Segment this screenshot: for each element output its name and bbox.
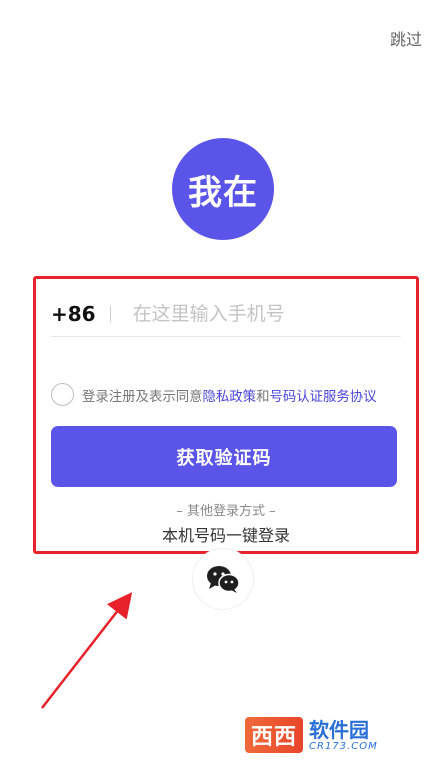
app-logo: 我在 — [172, 138, 274, 240]
country-code-selector[interactable]: +86 — [51, 302, 96, 326]
watermark-sub: CR173.COM — [309, 740, 378, 752]
get-code-button[interactable]: 获取验证码 — [51, 426, 397, 487]
one-click-login-link[interactable]: 本机号码一键登录 — [36, 522, 416, 546]
divider — [109, 305, 111, 322]
skip-button[interactable]: 跳过 — [390, 26, 422, 50]
wechat-icon — [207, 566, 240, 593]
service-agreement-link[interactable]: 号码认证服务协议 — [269, 385, 376, 405]
phone-input[interactable] — [132, 302, 401, 325]
other-login-title: – 其他登录方式 – — [176, 504, 276, 519]
wechat-login-button[interactable] — [192, 548, 254, 610]
agreement-prefix: 登录注册及表示同意 — [82, 389, 203, 405]
agreement-checkbox[interactable] — [51, 383, 74, 406]
watermark-logo: 西西 软件园 CR173.COM — [245, 712, 427, 758]
watermark-main: 软件园 — [309, 717, 370, 742]
watermark-badge: 西西 — [245, 717, 304, 753]
privacy-policy-link[interactable]: 隐私政策 — [203, 385, 257, 405]
agreement-conjunction: 和 — [256, 389, 270, 405]
app-logo-text: 我在 — [188, 172, 258, 213]
login-panel-highlight: +86 登录注册及表示同意隐私政策和号码认证服务协议 获取验证码 – 其他登录方… — [33, 276, 419, 554]
agreement-row: 登录注册及表示同意 隐私政策和号码认证服务协议 — [51, 383, 377, 406]
phone-row: +86 — [51, 291, 401, 337]
